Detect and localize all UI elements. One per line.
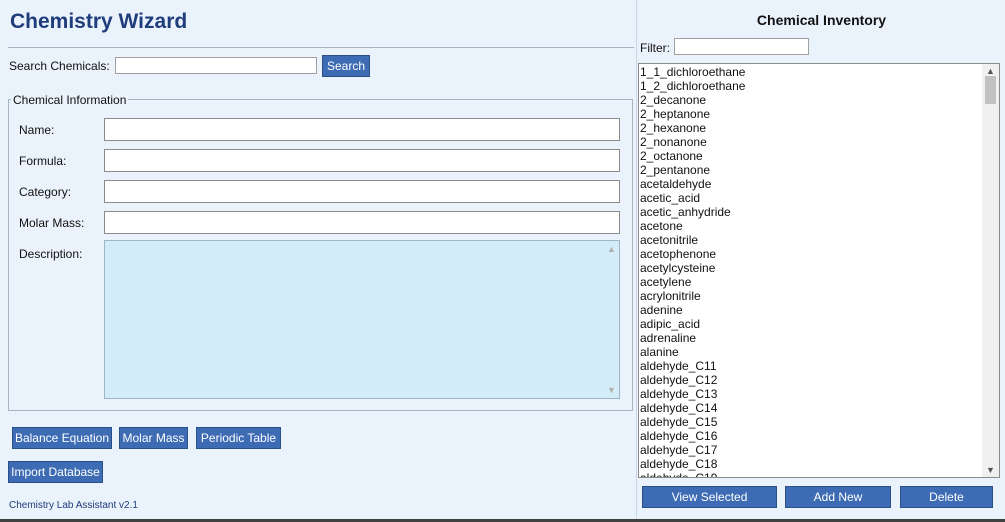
- list-item[interactable]: alanine: [640, 345, 981, 359]
- scroll-up-icon[interactable]: ▲: [986, 66, 995, 76]
- periodic-table-button[interactable]: Periodic Table: [196, 427, 281, 449]
- scroll-up-icon[interactable]: ▲: [607, 244, 616, 254]
- list-item[interactable]: 1_2_dichloroethane: [640, 79, 981, 93]
- scroll-down-icon[interactable]: ▼: [986, 465, 995, 475]
- list-item[interactable]: 2_heptanone: [640, 107, 981, 121]
- description-field[interactable]: ▲ ▼: [104, 240, 620, 399]
- list-scrollbar[interactable]: ▲ ▼: [982, 64, 999, 477]
- list-item[interactable]: acrylonitrile: [640, 289, 981, 303]
- filter-input[interactable]: [674, 38, 809, 55]
- search-button[interactable]: Search: [322, 55, 370, 77]
- list-item[interactable]: aldehyde_C14: [640, 401, 981, 415]
- chemical-info-legend: Chemical Information: [11, 93, 129, 107]
- search-label: Search Chemicals:: [9, 59, 110, 73]
- chemical-list-items: 1_1_dichloroethane 1_2_dichloroethane 2_de…: [640, 65, 981, 477]
- description-scrollbar[interactable]: ▲ ▼: [605, 241, 619, 398]
- list-item[interactable]: aldehyde_C18: [640, 457, 981, 471]
- title-divider: [8, 47, 634, 48]
- list-item[interactable]: 2_hexanone: [640, 121, 981, 135]
- inventory-title: Chemical Inventory: [756, 12, 887, 28]
- chemical-list[interactable]: 1_1_dichloroethane 1_2_dichloroethane 2_de…: [638, 63, 1000, 478]
- list-item[interactable]: aldehyde_C11: [640, 359, 981, 373]
- list-item[interactable]: 2_nonanone: [640, 135, 981, 149]
- balance-equation-button[interactable]: Balance Equation: [12, 427, 112, 449]
- search-input[interactable]: [115, 57, 317, 74]
- app-title: Chemistry Wizard: [10, 10, 188, 33]
- delete-button[interactable]: Delete: [900, 486, 993, 508]
- list-item[interactable]: aldehyde_C17: [640, 443, 981, 457]
- list-item[interactable]: adrenaline: [640, 331, 981, 345]
- list-item[interactable]: 1_1_dichloroethane: [640, 65, 981, 79]
- list-item[interactable]: aldehyde_C15: [640, 415, 981, 429]
- list-item[interactable]: acetic_acid: [640, 191, 981, 205]
- list-item[interactable]: acetonitrile: [640, 233, 981, 247]
- list-item[interactable]: adenine: [640, 303, 981, 317]
- list-item[interactable]: acetic_anhydride: [640, 205, 981, 219]
- list-item[interactable]: aldehyde_C13: [640, 387, 981, 401]
- list-item[interactable]: acetone: [640, 219, 981, 233]
- description-label: Description:: [19, 247, 83, 261]
- list-item[interactable]: aldehyde_C16: [640, 429, 981, 443]
- molar-mass-field[interactable]: [104, 211, 620, 234]
- add-new-button[interactable]: Add New: [785, 486, 891, 508]
- list-item[interactable]: acetylcysteine: [640, 261, 981, 275]
- filter-label: Filter:: [640, 41, 670, 55]
- list-item[interactable]: acetylene: [640, 275, 981, 289]
- scroll-thumb[interactable]: [985, 76, 996, 104]
- list-item[interactable]: acetophenone: [640, 247, 981, 261]
- formula-label: Formula:: [19, 154, 67, 168]
- import-database-button[interactable]: Import Database: [8, 461, 103, 483]
- left-panel: Chemistry Wizard Search Chemicals: Searc…: [0, 0, 636, 522]
- view-selected-button[interactable]: View Selected: [642, 486, 777, 508]
- list-item[interactable]: 2_octanone: [640, 149, 981, 163]
- molar-mass-label: Molar Mass:: [19, 216, 85, 230]
- scroll-down-icon[interactable]: ▼: [607, 385, 616, 395]
- version-footer: Chemistry Lab Assistant v2.1: [9, 500, 138, 511]
- name-field[interactable]: [104, 118, 620, 141]
- molar-mass-button[interactable]: Molar Mass: [119, 427, 188, 449]
- inventory-panel: Chemical Inventory Filter: 1_1_dichloroe…: [636, 0, 1005, 522]
- list-item[interactable]: aldehyde_C12: [640, 373, 981, 387]
- list-item[interactable]: acetaldehyde: [640, 177, 981, 191]
- category-field[interactable]: [104, 180, 620, 203]
- list-item[interactable]: 2_decanone: [640, 93, 981, 107]
- category-label: Category:: [19, 185, 72, 199]
- list-item[interactable]: aldehyde_C19: [640, 471, 981, 477]
- formula-field[interactable]: [104, 149, 620, 172]
- list-item[interactable]: 2_pentanone: [640, 163, 981, 177]
- name-label: Name:: [19, 123, 55, 137]
- list-item[interactable]: adipic_acid: [640, 317, 981, 331]
